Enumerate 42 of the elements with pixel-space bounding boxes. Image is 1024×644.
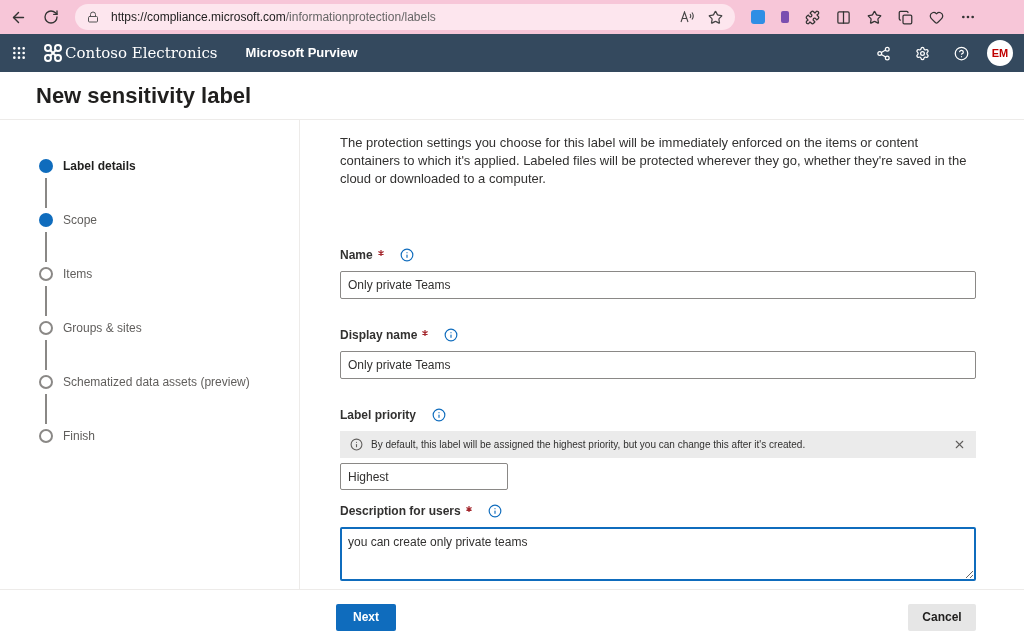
step-label[interactable]: Label details <box>63 157 136 175</box>
close-icon[interactable] <box>953 438 966 451</box>
settings-icon[interactable] <box>915 45 930 61</box>
info-icon[interactable] <box>399 248 414 262</box>
next-button[interactable]: Next <box>336 603 396 631</box>
reload-icon[interactable] <box>43 9 59 25</box>
read-aloud-icon[interactable] <box>680 11 694 23</box>
collections-icon[interactable] <box>898 9 913 25</box>
avatar[interactable]: EM <box>987 40 1013 66</box>
info-icon[interactable] <box>432 408 446 422</box>
product-name[interactable]: Microsoft Purview <box>245 43 876 63</box>
text-field[interactable]: Only private Teams <box>340 351 976 379</box>
step-label[interactable]: Finish <box>63 427 95 445</box>
split-screen-icon[interactable] <box>836 9 851 25</box>
info-icon[interactable] <box>487 504 502 518</box>
favorites-icon[interactable] <box>867 9 882 25</box>
lock-icon <box>87 11 99 23</box>
notice-text: By default, this label will be assigned the highest priority, but you can change this after it's created. <box>371 438 807 452</box>
page-title: New sensitivity label <box>36 82 252 110</box>
cancel-button[interactable]: Cancel <box>908 603 976 631</box>
star-icon[interactable] <box>708 9 723 25</box>
org-name[interactable]: Contoso Electronics <box>65 41 218 65</box>
help-icon[interactable] <box>954 45 969 61</box>
step-label[interactable]: Groups & sites <box>63 319 142 337</box>
logo-icon <box>43 43 63 63</box>
field-label: Label priority <box>340 407 416 424</box>
info-icon[interactable] <box>444 328 459 342</box>
extensions-icon[interactable] <box>805 9 820 25</box>
priority-field[interactable]: Highest <box>340 463 508 490</box>
field-label: Description for users <box>340 503 461 520</box>
field-label: Display name <box>340 327 418 344</box>
step-label[interactable]: Items <box>63 265 93 283</box>
address-bar[interactable]: https://compliance.microsoft.com/informationprotection/labels <box>75 4 735 30</box>
info-icon <box>350 438 363 451</box>
app-launcher-icon[interactable] <box>11 45 27 61</box>
step-label[interactable]: Scope <box>63 211 98 229</box>
step-label[interactable]: Schematized data assets (preview) <box>63 373 250 391</box>
field-label: Name <box>340 247 373 264</box>
url-text: https://compliance.microsoft.com/informationprotection/labels <box>111 9 437 26</box>
text-field[interactable]: Only private Teams <box>340 271 976 299</box>
description-field[interactable]: you can create only private teams <box>340 527 976 581</box>
intro-text: The protection settings you choose for this label will be immediately enforced on the items or content containers to which it's applied. Labeled files will be protected wherever they go, whether they're saved in the cloud or downloaded to a computer. <box>340 134 968 188</box>
